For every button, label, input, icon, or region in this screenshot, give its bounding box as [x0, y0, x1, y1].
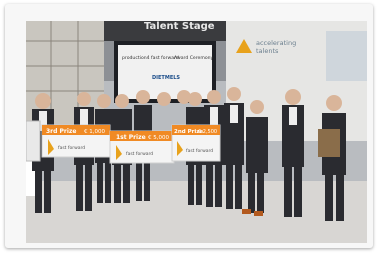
prize-amount-1st: € 5,000 — [148, 135, 169, 141]
prize-sign-1st: 1st Prize € 5,000 fast forward — [109, 130, 175, 164]
logo-text-1: accelerating — [256, 39, 296, 47]
prize-sign-2nd: 2nd Prize € 2,500 fast forward — [171, 124, 221, 162]
prize-label-1st: 1st Prize — [116, 134, 146, 141]
screen-subtitle: Award Ceremony — [174, 55, 214, 61]
prize-sign-3rd: 3rd Prize € 1,000 fast forward — [41, 124, 111, 158]
logo-text-2: talents — [256, 47, 279, 55]
award-ceremony-photo: Talent Stage accelerating talents produc… — [26, 21, 367, 243]
sign-text-3rd: fast forward — [58, 145, 85, 151]
photo-frame: Talent Stage accelerating talents produc… — [5, 4, 373, 248]
screen-logo: DIETMELS — [152, 75, 180, 81]
folder — [318, 129, 340, 157]
prize-amount-2nd: € 2,500 — [198, 129, 217, 135]
sign-text-2nd: fast forward — [186, 148, 213, 154]
prize-label-3rd: 3rd Prize — [46, 128, 77, 135]
prize-amount-3rd: € 1,000 — [84, 129, 105, 135]
screen-title: production4 fast forward — [122, 55, 179, 61]
sign-text-1st: fast forward — [126, 151, 153, 157]
banner-text: Talent Stage — [144, 21, 215, 32]
side-poster — [26, 120, 41, 162]
